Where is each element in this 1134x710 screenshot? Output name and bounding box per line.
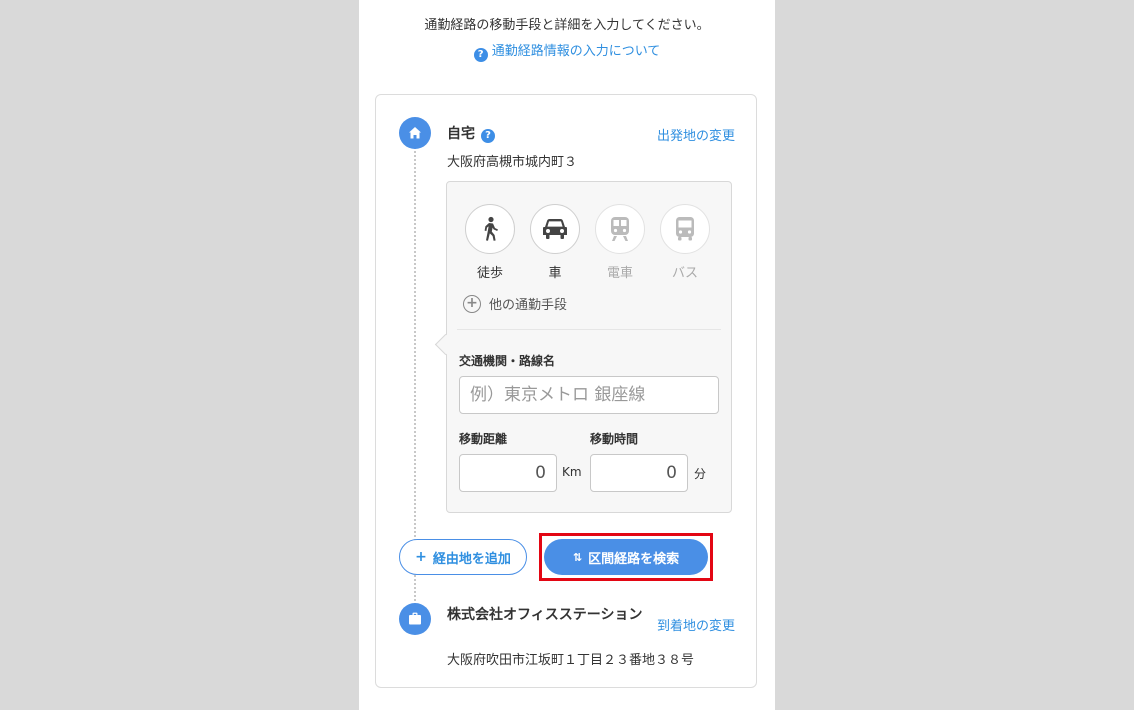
change-origin-link[interactable]: 出発地の変更 [657,125,735,144]
bus-icon[interactable] [660,204,710,254]
destination-address: 大阪府吹田市江坂町１丁目２３番地３８号 [447,653,695,668]
distance-input[interactable] [459,454,557,492]
home-icon [399,117,431,149]
car-icon[interactable] [530,204,580,254]
search-route-label: 区間経路を検索 [588,551,680,567]
intro-text: 通勤経路の移動手段と詳細を入力してください。 [424,18,710,33]
route-name-label: 交通機関・路線名 [459,354,556,368]
mode-train[interactable]: 電車 [593,204,647,281]
origin-title-text: 自宅 [447,126,475,142]
help-link-label: 通勤経路情報の入力について [491,44,661,59]
mode-walk[interactable]: 徒歩 [463,204,517,281]
duration-label: 移動時間 [590,432,639,446]
add-waypoint-label: 経由地を追加 [432,551,511,567]
swap-arrows-icon: ⇅ [572,550,583,564]
route-name-input[interactable] [459,376,719,414]
plus-icon: + [415,549,427,565]
help-icon: ? [473,48,488,62]
walk-icon[interactable] [465,204,515,254]
other-modes-button[interactable]: + 他の通勤手段 [463,294,567,313]
duration-unit: 分 [694,467,707,481]
commute-form-page: 通勤経路の移動手段と詳細を入力してください。 ? 通勤経路情報の入力について 自宅… [359,0,775,710]
mode-bus-label: バス [671,266,698,281]
segment-panel: 徒歩 車 電車 バス + 他の通勤手段 交通機関・路線名 例）東京メトロ 銀座線… [434,181,732,513]
distance-unit: Km [562,465,582,479]
mode-bus[interactable]: バス [658,204,712,281]
origin-title: 自宅? [447,123,495,143]
mode-car[interactable]: 車 [528,204,582,281]
briefcase-icon [399,603,431,635]
help-link[interactable]: ? 通勤経路情報の入力について [359,40,775,62]
mode-walk-label: 徒歩 [476,266,503,281]
search-route-button[interactable]: ⇅ 区間経路を検索 [544,539,708,575]
origin-help-icon[interactable]: ? [481,129,495,143]
duration-input[interactable] [590,454,688,492]
change-destination-link[interactable]: 到着地の変更 [657,615,735,634]
plus-circle-icon: + [463,294,481,313]
mode-train-label: 電車 [606,266,633,281]
add-waypoint-button[interactable]: + 経由地を追加 [399,539,527,575]
panel-divider [457,329,721,330]
origin-address: 大阪府高槻市城内町３ [447,155,578,170]
transport-modes: 徒歩 車 電車 バス [463,204,719,284]
panel-pointer [434,333,457,356]
distance-label: 移動距離 [459,432,508,446]
mode-car-label: 車 [548,266,562,281]
destination-title: 株式会社オフィスステーション [447,607,643,623]
other-modes-label: 他の通勤手段 [489,298,568,313]
route-card: 自宅? 出発地の変更 大阪府高槻市城内町３ 徒歩 車 電車 バス + 他の通勤手… [375,94,757,688]
train-icon[interactable] [595,204,645,254]
